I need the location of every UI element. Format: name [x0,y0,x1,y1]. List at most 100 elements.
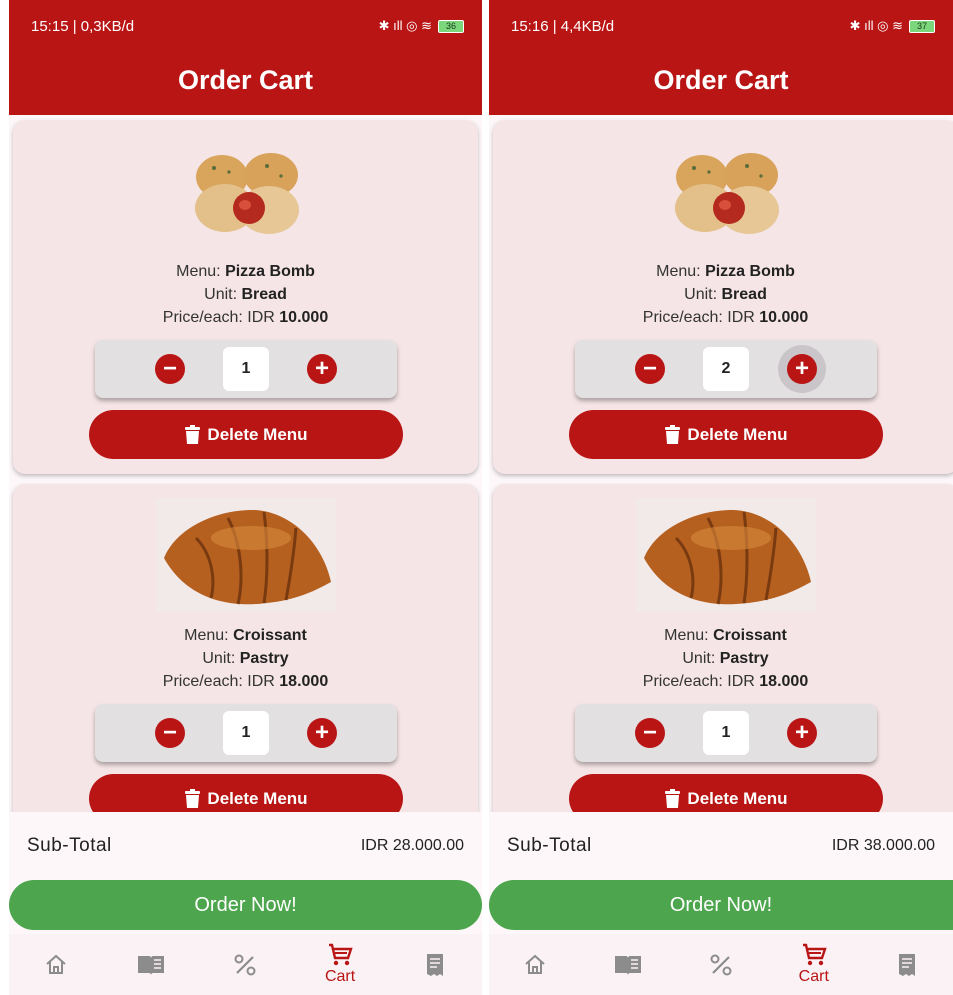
phone-screen-2: 15:16 | 4,4KB/d ✱ ıll ◎ ≋ 37 Order Cart … [489,0,953,995]
cart-item-card: Menu: Pizza Bomb Unit: Bread Price/each:… [493,120,953,474]
status-icons: ✱ ıll ◎ ≋ 37 [850,18,935,34]
plus-icon: + [794,719,809,746]
cart-list[interactable]: Menu: Pizza Bomb Unit: Bread Price/each:… [489,115,953,812]
delete-menu-label: Delete Menu [207,424,308,444]
cart-list[interactable]: Menu: Pizza Bomb Unit: Bread Price/each:… [9,115,482,812]
percent-icon [710,954,732,975]
home-icon [46,954,66,974]
nav-menu[interactable] [121,954,181,976]
plus-icon: + [794,355,809,382]
unit-label: Unit: [202,650,236,667]
unit-value: Bread [721,286,767,303]
cart-item-card: Menu: Pizza Bomb Unit: Bread Price/each:… [13,120,478,474]
price-label: Price/each: IDR [162,673,275,690]
unit-value: Bread [241,286,287,303]
menu-name: Pizza Bomb [225,263,315,280]
nav-cart[interactable]: Cart [310,943,370,986]
receipt-icon [426,953,443,976]
trash-icon [665,424,681,444]
pizza-bomb-image [194,153,299,234]
delete-menu-label: Delete Menu [687,788,788,808]
subtotal-value: IDR 38.000.00 [831,837,935,854]
menu-name: Pizza Bomb [705,263,795,280]
increase-quantity-button[interactable]: + [787,718,817,748]
item-info: Menu: Pizza Bomb Unit: Bread Price/each:… [493,260,953,329]
quantity-stepper: − 2 + [575,340,877,398]
increase-quantity-button[interactable]: + [787,354,817,384]
increase-quantity-button[interactable]: + [307,718,337,748]
status-time: 15:15 | 0,3KB/d [31,17,135,35]
quantity-stepper: − 1 + [95,704,397,762]
item-info: Menu: Croissant Unit: Pastry Price/each:… [493,624,953,693]
menu-name: Croissant [713,627,787,644]
order-now-button[interactable]: Order Now! [489,880,953,930]
subtotal-label: Sub-Total [27,835,112,856]
unit-label: Unit: [682,650,716,667]
page-title: Order Cart [489,52,953,115]
delete-menu-button[interactable]: Delete Menu [89,410,403,459]
nav-home[interactable] [26,953,86,977]
trash-icon [185,788,201,808]
battery-icon: 36 [438,19,464,33]
quantity-field[interactable]: 2 [703,347,749,391]
price-label: Price/each: IDR [642,309,755,326]
status-icons: ✱ ıll ◎ ≋ 36 [379,18,464,34]
delete-menu-button[interactable]: Delete Menu [569,774,883,812]
menu-book-icon [615,955,642,975]
status-bar: 15:16 | 4,4KB/d ✱ ıll ◎ ≋ 37 [489,0,953,52]
signal-icon: ✱ ıll ◎ ≋ [378,18,432,33]
subtotal-value: IDR 28.000.00 [360,837,464,854]
decrease-quantity-button[interactable]: − [155,354,185,384]
nav-cart[interactable]: Cart [784,943,844,986]
menu-book-icon [137,955,164,975]
nav-cart-label: Cart [798,968,829,985]
quantity-field[interactable]: 1 [223,711,269,755]
order-now-button[interactable]: Order Now! [9,880,482,930]
delete-menu-button[interactable]: Delete Menu [89,774,403,812]
increase-quantity-button[interactable]: + [307,354,337,384]
croissant-image [635,498,816,612]
nav-menu[interactable] [598,954,658,976]
decrease-quantity-button[interactable]: − [155,718,185,748]
menu-label: Menu: [176,263,221,280]
unit-value: Pastry [719,650,769,667]
croissant-image [155,498,336,612]
nav-promo[interactable] [691,954,751,976]
menu-label: Menu: [184,627,229,644]
price-value: 10.000 [759,309,809,326]
page-title: Order Cart [9,52,482,115]
nav-promo[interactable] [215,954,275,976]
plus-icon: + [314,719,329,746]
cart-item-card: Menu: Croissant Unit: Pastry Price/each:… [13,484,478,812]
menu-label: Menu: [664,627,709,644]
nav-history[interactable] [405,953,465,977]
item-info: Menu: Pizza Bomb Unit: Bread Price/each:… [13,260,478,329]
quantity-field[interactable]: 1 [223,347,269,391]
receipt-icon [898,953,915,976]
menu-name: Croissant [233,627,307,644]
delete-menu-label: Delete Menu [207,788,308,808]
quantity-stepper: − 1 + [95,340,397,398]
home-icon [525,954,546,974]
minus-icon: − [642,719,657,746]
nav-cart-label: Cart [324,968,356,985]
battery-icon: 37 [909,19,935,33]
unit-label: Unit: [684,286,718,303]
quantity-field[interactable]: 1 [703,711,749,755]
status-time: 15:16 | 4,4KB/d [511,17,615,35]
trash-icon [665,788,681,808]
price-value: 18.000 [759,673,809,690]
decrease-quantity-button[interactable]: − [635,354,665,384]
nav-home[interactable] [505,953,565,977]
delete-menu-button[interactable]: Delete Menu [569,410,883,459]
pizza-bomb-image [674,153,779,234]
bottom-navigation: Cart [489,934,953,995]
menu-label: Menu: [656,263,701,280]
price-value: 18.000 [279,673,329,690]
minus-icon: − [642,355,657,382]
decrease-quantity-button[interactable]: − [635,718,665,748]
price-label: Price/each: IDR [162,309,275,326]
quantity-stepper: − 1 + [575,704,877,762]
signal-icon: ✱ ıll ◎ ≋ [849,18,903,33]
nav-history[interactable] [877,953,937,977]
